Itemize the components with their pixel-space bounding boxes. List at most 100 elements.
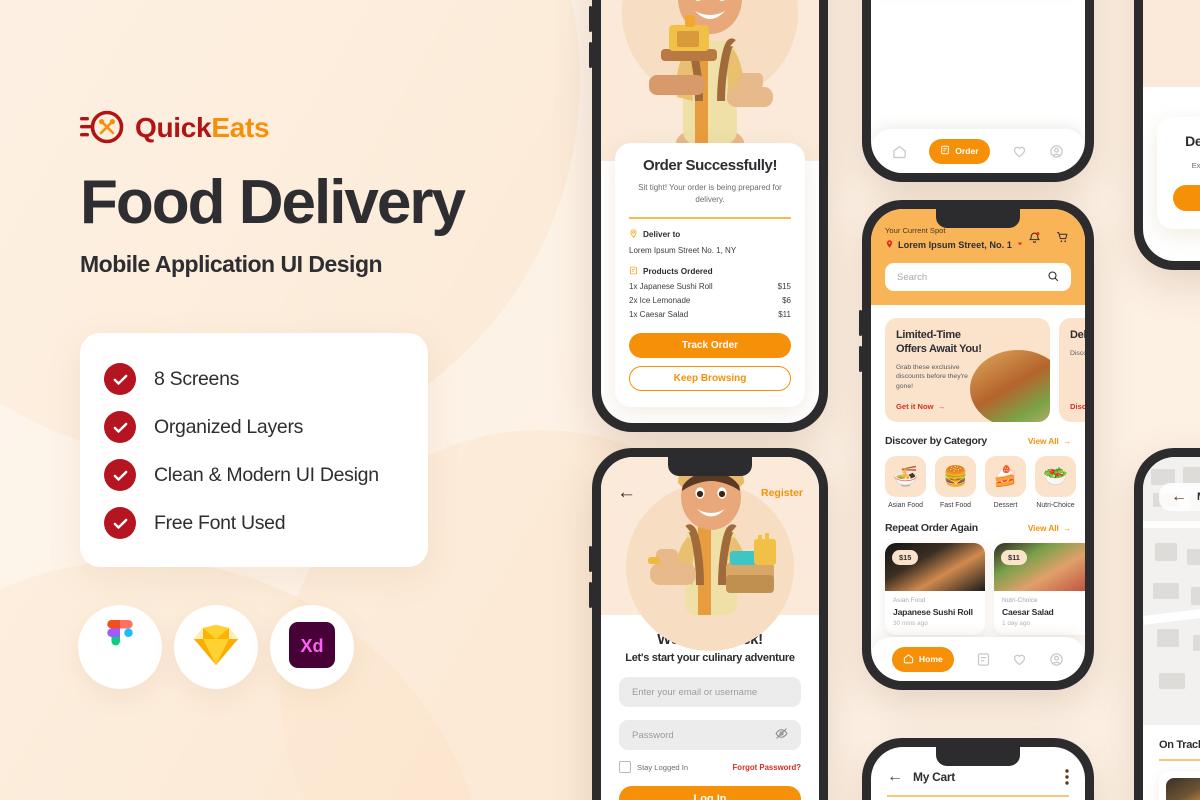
tab-home[interactable]: Home	[891, 646, 954, 672]
screen-order-list: Fried Rice Taste That Sensations Cafe ★ …	[871, 0, 1085, 173]
screen-order-track: ← My Order On Track	[1143, 457, 1200, 800]
svg-text:Xd: Xd	[300, 636, 323, 656]
product-name: 1x Japanese Sushi Roll	[629, 281, 713, 291]
screen-promo: Delicious Right Now Explore tasty meals …	[1143, 0, 1200, 261]
phone-home: Your Current Spot Lorem Ipsum Street, No…	[859, 200, 1094, 690]
category-image: 🍔	[935, 456, 976, 497]
view-all-label: View All	[1027, 523, 1059, 533]
map-pin-icon	[885, 239, 894, 251]
volume-down-button[interactable]	[859, 346, 862, 372]
category-label: Dessert	[993, 502, 1018, 509]
kebab-menu-icon[interactable]	[1065, 769, 1069, 785]
keep-browsing-button[interactable]: Keep Browsing	[629, 365, 791, 391]
phone-my-cart: ← My Cart	[862, 738, 1094, 800]
adobe-xd-badge: Xd	[270, 605, 354, 689]
divider	[887, 795, 1069, 797]
delivery-person-illustration	[649, 0, 773, 159]
track-order-button[interactable]: Track Order	[629, 332, 791, 358]
tab-profile[interactable]	[1049, 144, 1064, 159]
eye-off-icon[interactable]	[775, 727, 788, 743]
feature-label: Clean & Modern UI Design	[154, 463, 379, 486]
banner-cta[interactable]: Get it Now →	[896, 402, 945, 411]
repeat-order-row[interactable]: $15 Asian Food Japanese Sushi Roll 30 mi…	[871, 534, 1085, 635]
arrow-left-icon[interactable]: ←	[617, 483, 636, 502]
brand-name-part1: Quick	[135, 112, 212, 143]
products-ordered-row: Products Ordered	[629, 266, 791, 277]
figma-badge	[78, 605, 162, 689]
map-view[interactable]: ← My Order	[1143, 457, 1200, 725]
category-image: 🍰	[985, 456, 1026, 497]
login-subheading: Let's start your culinary adventure	[625, 652, 795, 664]
category-item[interactable]: 🍜 Asian Food	[885, 456, 926, 509]
category-label: Asian Food	[888, 502, 923, 509]
stay-logged-in-row[interactable]: Stay Logged In	[619, 761, 688, 773]
category-item[interactable]: 🥗 Nutri-Choice	[1035, 456, 1076, 509]
list-item[interactable]	[1159, 770, 1200, 800]
category-section-header: Discover by Category View All →	[871, 422, 1085, 447]
arrow-left-icon[interactable]: ←	[1171, 489, 1187, 505]
food-category: Nutri-Choice	[1002, 597, 1038, 604]
promo-button[interactable]	[1173, 184, 1200, 211]
tab-favorites[interactable]	[1012, 652, 1027, 667]
repeat-order-card[interactable]: $15 Asian Food Japanese Sushi Roll 30 mi…	[885, 543, 985, 635]
volume-up-button[interactable]	[589, 546, 592, 572]
current-spot-selector[interactable]: Lorem Ipsum Street, No. 1	[885, 239, 1071, 251]
login-button[interactable]: Log In	[619, 786, 801, 800]
tab-profile[interactable]	[1049, 652, 1064, 667]
order-time: 1 day ago	[1002, 620, 1031, 627]
search-icon[interactable]	[1047, 270, 1059, 285]
brand-name-part2: Eats	[211, 112, 270, 143]
tab-home[interactable]	[892, 144, 907, 159]
register-link[interactable]: Register	[761, 487, 803, 499]
notch	[936, 209, 1020, 228]
bell-icon[interactable]	[1028, 231, 1041, 247]
arrow-left-icon[interactable]: ←	[887, 769, 903, 785]
volume-down-button[interactable]	[589, 582, 592, 608]
feature-label: Free Font Used	[154, 511, 286, 534]
poster-stage: QuickEats Food Delivery Mobile Applicati…	[0, 0, 1200, 800]
arrow-right-icon: →	[937, 402, 946, 411]
password-field[interactable]: Password	[619, 720, 801, 750]
login-illustration-area: ← Register	[601, 457, 819, 651]
current-spot-value: Lorem Ipsum Street, No. 1	[898, 240, 1012, 250]
category-item[interactable]: 🍔 Fast Food	[935, 456, 976, 509]
volume-up-button[interactable]	[589, 6, 592, 32]
product-name: 2x Ice Lemonade	[629, 295, 691, 305]
product-price: $11	[778, 309, 791, 319]
success-title: Order Successfully!	[642, 157, 778, 174]
repeat-order-card[interactable]: $11 Nutri-Choice Caesar Salad 1 day ago	[994, 543, 1085, 635]
food-category: Asian Food	[893, 597, 926, 604]
forgot-password-link[interactable]: Forgot Password?	[733, 763, 801, 772]
category-image: 🥗	[1035, 456, 1076, 497]
tab-order[interactable]: Order	[929, 138, 990, 164]
cart-icon[interactable]	[1056, 231, 1069, 247]
receipt-icon	[629, 266, 638, 277]
list-item: Organized Layers	[104, 403, 404, 451]
view-all-label: View All	[1027, 436, 1059, 446]
chevron-down-icon	[1016, 240, 1024, 250]
page-title: Food Delivery	[80, 168, 466, 237]
promo-banner[interactable]: Limited-Time Offers Await You! Grab thes…	[885, 318, 1050, 422]
banner-cta[interactable]: Discover	[1070, 402, 1085, 411]
search-input[interactable]: Search	[885, 263, 1071, 291]
search-placeholder: Search	[897, 271, 928, 283]
screen-login: ← Register Let's start your culinary adv…	[601, 457, 819, 800]
tab-favorites[interactable]	[1012, 144, 1027, 159]
volume-up-button[interactable]	[859, 310, 862, 336]
notch	[936, 747, 1020, 766]
notch	[668, 457, 752, 476]
volume-down-button[interactable]	[589, 42, 592, 68]
brand-logo: QuickEats	[80, 108, 550, 148]
adobe-xd-icon: Xd	[289, 621, 335, 673]
category-row[interactable]: 🍜 Asian Food 🍔 Fast Food 🍰 Dessert 🥗 Nut…	[871, 447, 1085, 509]
stay-logged-in-checkbox[interactable]	[619, 761, 631, 773]
tab-order[interactable]	[976, 652, 991, 667]
promo-banner-carousel[interactable]: Limited-Time Offers Await You! Grab thes…	[871, 305, 1085, 422]
food-image: $11	[994, 543, 1085, 591]
email-field[interactable]: Enter your email or username	[619, 677, 801, 707]
food-name: Caesar Salad	[1002, 607, 1054, 617]
view-all-repeat[interactable]: View All →	[1028, 524, 1071, 533]
category-item[interactable]: 🍰 Dessert	[985, 456, 1026, 509]
view-all-categories[interactable]: View All →	[1028, 437, 1071, 446]
promo-banner[interactable]: Delicious Meals Discover combo prices Di…	[1059, 318, 1085, 422]
